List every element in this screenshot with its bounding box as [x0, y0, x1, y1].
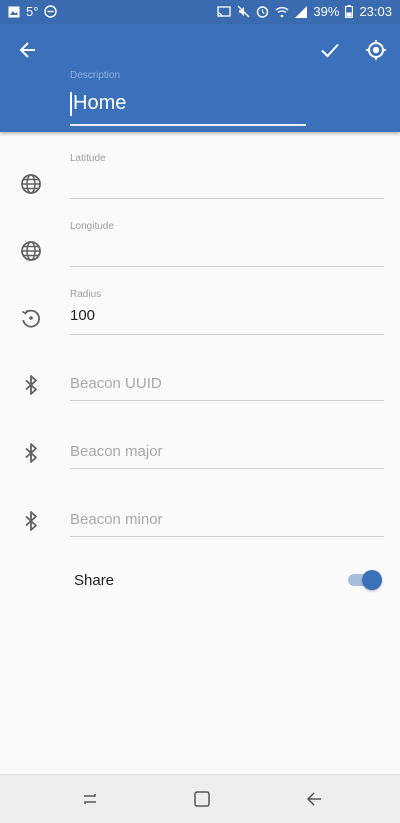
status-bar: 5° 39% 23:03: [0, 0, 400, 24]
latitude-row: Latitude: [0, 150, 400, 206]
beacon-major-input[interactable]: Beacon major: [70, 436, 384, 469]
image-icon: [8, 6, 20, 17]
check-icon: [321, 43, 339, 58]
text-cursor: [70, 92, 72, 116]
navigation-bar: [0, 774, 400, 823]
temperature-text: 5°: [26, 4, 39, 19]
beacon-uuid-input[interactable]: Beacon UUID: [70, 370, 384, 401]
switch-thumb: [362, 570, 382, 590]
system-back-button[interactable]: [302, 787, 326, 811]
app-toolbar: Description Home: [0, 24, 400, 132]
radius-icon: [22, 309, 40, 328]
back-icon: [306, 792, 321, 806]
longitude-row: Longitude: [0, 218, 400, 274]
description-value: Home: [73, 92, 127, 114]
globe-icon: [21, 174, 41, 194]
signal-icon: [295, 5, 308, 18]
beacon-minor-input[interactable]: Beacon minor: [70, 504, 384, 537]
share-label: Share: [74, 572, 115, 589]
battery-text: 39%: [313, 4, 340, 19]
current-location-button[interactable]: [356, 30, 396, 70]
clock-text: 23:03: [359, 4, 392, 19]
latitude-input[interactable]: [70, 170, 384, 199]
home-icon: [194, 791, 210, 807]
arrow-left-icon: [19, 42, 35, 58]
wifi-icon: [275, 6, 289, 17]
radius-input[interactable]: 100: [70, 304, 384, 335]
radius-row: Radius 100: [0, 286, 400, 342]
beacon-major-row: Beacon major: [0, 434, 400, 474]
description-label: Description: [70, 70, 121, 81]
status-right: 39% 23:03: [217, 4, 392, 19]
battery-icon: [345, 5, 354, 18]
alarm-icon: [257, 6, 269, 18]
status-left: 5°: [8, 4, 58, 19]
recents-icon: [84, 794, 96, 804]
recents-button[interactable]: [78, 787, 102, 811]
longitude-label: Longitude: [70, 221, 114, 232]
longitude-input[interactable]: [70, 238, 384, 267]
save-button[interactable]: [310, 30, 350, 70]
share-switch[interactable]: [348, 570, 382, 590]
dnd-icon: [44, 5, 58, 18]
beacon-minor-row: Beacon minor: [0, 502, 400, 542]
bluetooth-icon: [25, 443, 37, 463]
globe-icon: [21, 241, 41, 261]
bluetooth-icon: [25, 511, 37, 531]
back-button[interactable]: [8, 30, 48, 70]
cast-icon: [217, 5, 232, 17]
description-input[interactable]: Home: [70, 90, 306, 126]
home-button[interactable]: [190, 787, 214, 811]
beacon-uuid-row: Beacon UUID: [0, 366, 400, 406]
latitude-label: Latitude: [70, 153, 106, 164]
radius-label: Radius: [70, 289, 102, 300]
mute-icon: [237, 5, 250, 18]
my-location-icon: [366, 40, 386, 60]
bluetooth-icon: [25, 375, 37, 395]
